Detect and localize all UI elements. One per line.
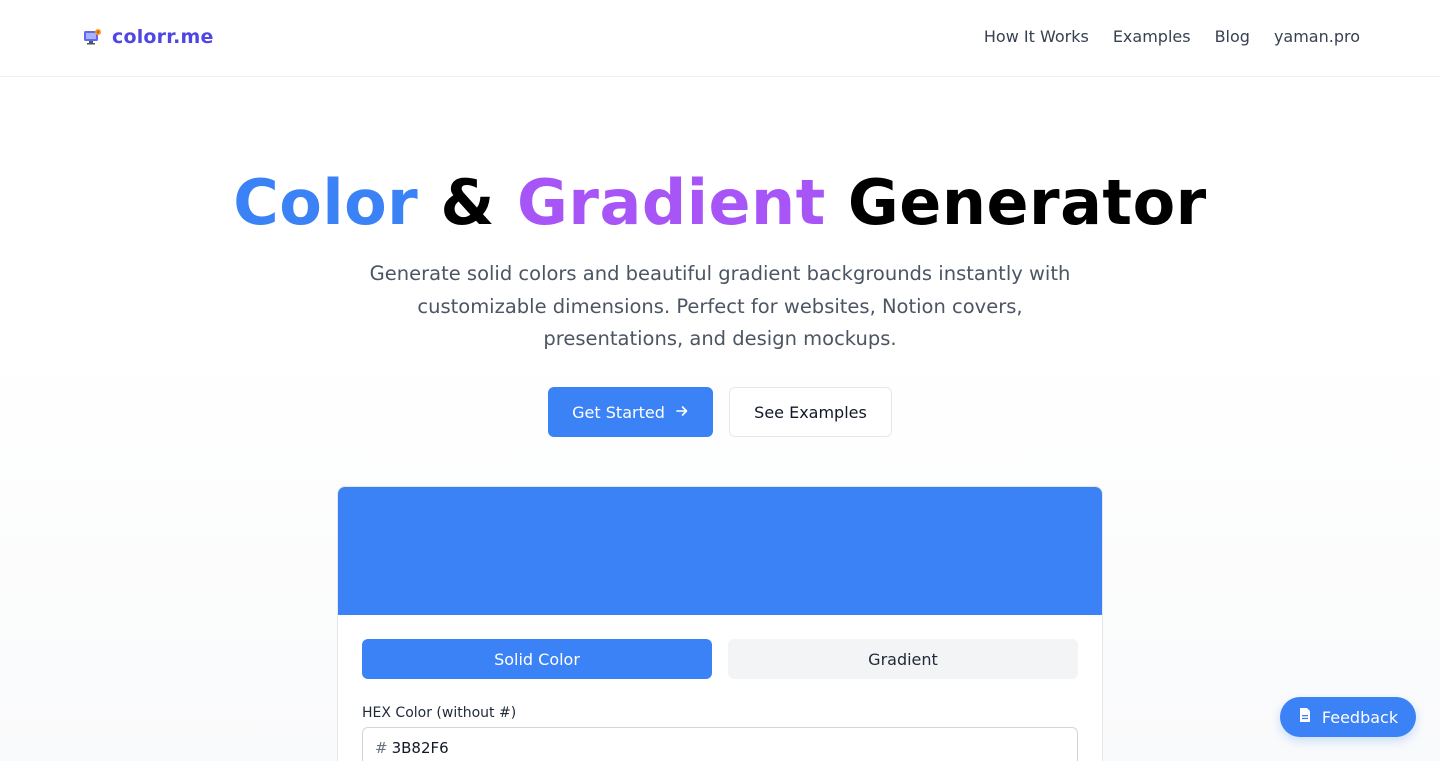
logo-text: colorr.me: [112, 26, 214, 48]
nav-yaman-pro[interactable]: yaman.pro: [1274, 27, 1360, 46]
title-gradient-word: Gradient: [517, 166, 826, 239]
arrow-right-icon: [675, 403, 689, 422]
get-started-button[interactable]: Get Started: [548, 387, 713, 437]
document-icon: [1298, 707, 1312, 727]
feedback-label: Feedback: [1321, 707, 1399, 727]
get-started-label: Get Started: [572, 402, 665, 422]
hex-prefix: #: [375, 739, 388, 757]
nav-examples[interactable]: Examples: [1113, 27, 1191, 46]
title-generator-word: Generator: [847, 166, 1207, 239]
title-color-word: Color: [233, 166, 419, 239]
feedback-button[interactable]: Feedback: [1280, 697, 1416, 737]
hex-input-wrapper: #: [362, 727, 1078, 761]
hex-color-label: HEX Color (without #): [362, 705, 517, 721]
generator-card: Solid Color Gradient HEX Color (without …: [337, 486, 1103, 761]
hex-color-input[interactable]: [391, 739, 992, 757]
color-preview: [338, 487, 1102, 615]
site-header: colorr.me How It Works Examples Blog yam…: [0, 0, 1440, 77]
see-examples-button[interactable]: See Examples: [729, 387, 892, 437]
main-nav: How It Works Examples Blog yaman.pro: [984, 27, 1360, 46]
hero-title: Color & Gradient Generator: [0, 166, 1440, 239]
tab-gradient[interactable]: Gradient: [728, 639, 1078, 679]
nav-blog[interactable]: Blog: [1215, 27, 1250, 46]
tab-solid-color[interactable]: Solid Color: [362, 639, 712, 679]
mode-tabs: Solid Color Gradient: [362, 639, 1078, 679]
nav-how-it-works[interactable]: How It Works: [984, 27, 1089, 46]
title-ampersand: &: [440, 166, 495, 239]
cta-row: Get Started See Examples: [548, 387, 892, 437]
monitor-icon: [83, 28, 102, 47]
logo-link[interactable]: colorr.me: [83, 26, 214, 48]
hero-subtitle: Generate solid colors and beautiful grad…: [369, 262, 1071, 350]
